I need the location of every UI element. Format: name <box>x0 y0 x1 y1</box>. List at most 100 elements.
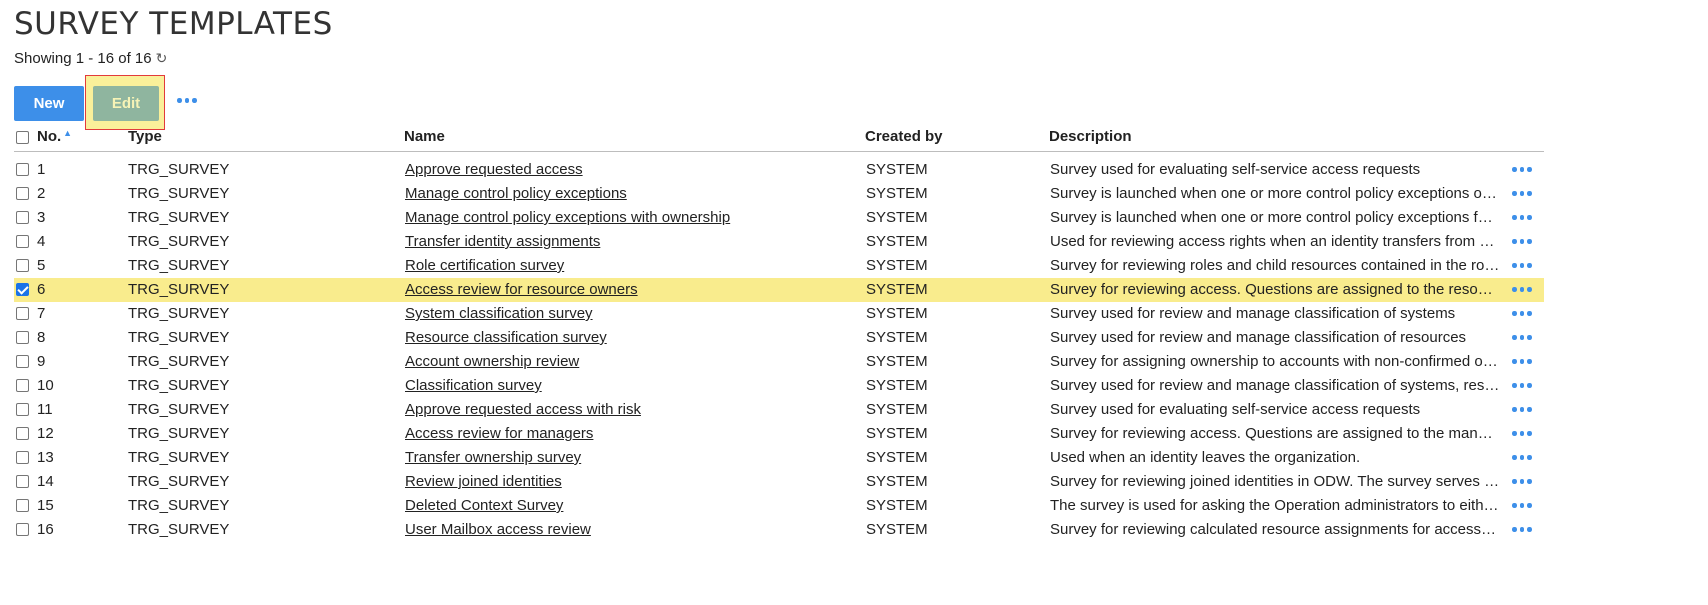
row-description: Survey for reviewing access. Questions a… <box>1050 281 1500 298</box>
row-checkbox[interactable] <box>16 523 29 536</box>
table-body: 1 TRG_SURVEY Approve requested access SYSTE… <box>14 158 1544 542</box>
column-header-created-by[interactable]: Created by <box>865 128 943 145</box>
column-header-description[interactable]: Description <box>1049 128 1132 145</box>
row-more-icon[interactable] <box>1512 383 1532 388</box>
row-more-icon[interactable] <box>1512 311 1532 316</box>
row-more-icon[interactable] <box>1512 335 1532 340</box>
row-checkbox[interactable] <box>16 427 29 440</box>
sort-ascending-icon: ▲ <box>63 128 73 138</box>
row-checkbox[interactable] <box>16 403 29 416</box>
row-checkbox[interactable] <box>16 379 29 392</box>
table-row[interactable]: 7 TRG_SURVEY System classification survey S… <box>14 302 1544 326</box>
page-title: SURVEY TEMPLATES <box>14 6 333 42</box>
row-checkbox[interactable] <box>16 451 29 464</box>
row-more-icon[interactable] <box>1512 455 1532 460</box>
row-name-link[interactable]: Approve requested access <box>405 161 583 178</box>
row-more-icon[interactable] <box>1512 239 1532 244</box>
row-created-by: SYSTEM <box>866 161 928 178</box>
survey-templates-page: SURVEY TEMPLATES Showing 1 - 16 of 16 ↻ … <box>0 0 1708 605</box>
row-more-icon[interactable] <box>1512 287 1532 292</box>
row-created-by: SYSTEM <box>866 281 928 298</box>
column-header-no[interactable]: No. ▲ <box>37 128 72 145</box>
row-name-link[interactable]: Transfer identity assignments <box>405 233 600 250</box>
result-count: Showing 1 - 16 of 16 ↻ <box>14 50 167 67</box>
row-number: 4 <box>37 233 46 250</box>
row-description: Survey used for evaluating self-service … <box>1050 401 1421 418</box>
row-name-link[interactable]: Account ownership review <box>405 353 579 370</box>
row-more-icon[interactable] <box>1512 431 1532 436</box>
table-row[interactable]: 12 TRG_SURVEY Access review for managers SY… <box>14 422 1544 446</box>
row-created-by: SYSTEM <box>866 305 928 322</box>
row-name-link[interactable]: Approve requested access with risk <box>405 401 641 418</box>
table-row[interactable]: 5 TRG_SURVEY Role certification survey SYST… <box>14 254 1544 278</box>
row-checkbox[interactable] <box>16 187 29 200</box>
row-number: 9 <box>37 353 46 370</box>
row-name-link[interactable]: Manage control policy exceptions with ow… <box>405 209 730 226</box>
row-checkbox[interactable] <box>16 235 29 248</box>
row-name-link[interactable]: Transfer ownership survey <box>405 449 581 466</box>
row-number: 11 <box>37 401 53 418</box>
row-name-link[interactable]: Access review for resource owners <box>405 281 638 298</box>
row-checkbox[interactable] <box>16 307 29 320</box>
table-row[interactable]: 4 TRG_SURVEY Transfer identity assignments… <box>14 230 1544 254</box>
row-checkbox[interactable] <box>16 283 29 296</box>
row-number: 8 <box>37 329 46 346</box>
table-row[interactable]: 15 TRG_SURVEY Deleted Context Survey SYSTEM… <box>14 494 1544 518</box>
row-description: Used when an identity leaves the organiz… <box>1050 449 1361 466</box>
row-more-icon[interactable] <box>1512 359 1532 364</box>
row-description: Survey for assigning ownership to accoun… <box>1050 353 1500 370</box>
row-name-link[interactable]: Manage control policy exceptions <box>405 185 627 202</box>
row-type: TRG_SURVEY <box>128 521 230 538</box>
row-name-link[interactable]: Access review for managers <box>405 425 593 442</box>
row-more-icon[interactable] <box>1512 167 1532 172</box>
row-created-by: SYSTEM <box>866 449 928 466</box>
table-row[interactable]: 9 TRG_SURVEY Account ownership review SYSTE… <box>14 350 1544 374</box>
row-name-link[interactable]: Review joined identities <box>405 473 562 490</box>
row-number: 10 <box>37 377 54 394</box>
row-more-icon[interactable] <box>1512 191 1532 196</box>
row-checkbox[interactable] <box>16 211 29 224</box>
column-header-name[interactable]: Name <box>404 128 445 145</box>
row-number: 1 <box>37 161 46 178</box>
new-button[interactable]: New <box>14 86 84 121</box>
refresh-icon[interactable]: ↻ <box>156 50 168 67</box>
row-more-icon[interactable] <box>1512 503 1532 508</box>
row-more-icon[interactable] <box>1512 263 1532 268</box>
row-created-by: SYSTEM <box>866 473 928 490</box>
row-checkbox[interactable] <box>16 163 29 176</box>
row-name-link[interactable]: Resource classification survey <box>405 329 607 346</box>
row-checkbox[interactable] <box>16 475 29 488</box>
row-created-by: SYSTEM <box>866 233 928 250</box>
row-name-link[interactable]: User Mailbox access review <box>405 521 591 538</box>
row-name-link[interactable]: Deleted Context Survey <box>405 497 563 514</box>
row-name-link[interactable]: Role certification survey <box>405 257 564 274</box>
row-more-icon[interactable] <box>1512 407 1532 412</box>
column-header-no-label: No. <box>37 128 62 145</box>
row-name-link[interactable]: Classification survey <box>405 377 542 394</box>
table-row[interactable]: 11 TRG_SURVEY Approve requested access wit… <box>14 398 1544 422</box>
row-created-by: SYSTEM <box>866 425 928 442</box>
table-row[interactable]: 13 TRG_SURVEY Transfer ownership survey SYS… <box>14 446 1544 470</box>
table-row[interactable]: 10 TRG_SURVEY Classification survey SYSTEM S… <box>14 374 1544 398</box>
row-checkbox[interactable] <box>16 355 29 368</box>
table-row[interactable]: 6 TRG_SURVEY Access review for resource ow… <box>14 278 1544 302</box>
table-row[interactable]: 3 TRG_SURVEY Manage control policy excepti… <box>14 206 1544 230</box>
row-more-icon[interactable] <box>1512 527 1532 532</box>
edit-button[interactable]: Edit <box>93 86 159 121</box>
table-row[interactable]: 1 TRG_SURVEY Approve requested access SYSTE… <box>14 158 1544 182</box>
more-actions-icon[interactable] <box>177 98 197 103</box>
select-all-checkbox[interactable] <box>16 131 29 144</box>
row-checkbox[interactable] <box>16 331 29 344</box>
table-row[interactable]: 16 TRG_SURVEY User Mailbox access review SY… <box>14 518 1544 542</box>
row-more-icon[interactable] <box>1512 215 1532 220</box>
row-type: TRG_SURVEY <box>128 377 230 394</box>
row-more-icon[interactable] <box>1512 479 1532 484</box>
table-row[interactable]: 2 TRG_SURVEY Manage control policy excepti… <box>14 182 1544 206</box>
table-row[interactable]: 14 TRG_SURVEY Review joined identities SYST… <box>14 470 1544 494</box>
row-name-link[interactable]: System classification survey <box>405 305 593 322</box>
row-checkbox[interactable] <box>16 499 29 512</box>
row-checkbox[interactable] <box>16 259 29 272</box>
table-row[interactable]: 8 TRG_SURVEY Resource classification surve… <box>14 326 1544 350</box>
column-header-type[interactable]: Type <box>128 128 162 145</box>
row-description: Used for reviewing access rights when an… <box>1050 233 1500 250</box>
